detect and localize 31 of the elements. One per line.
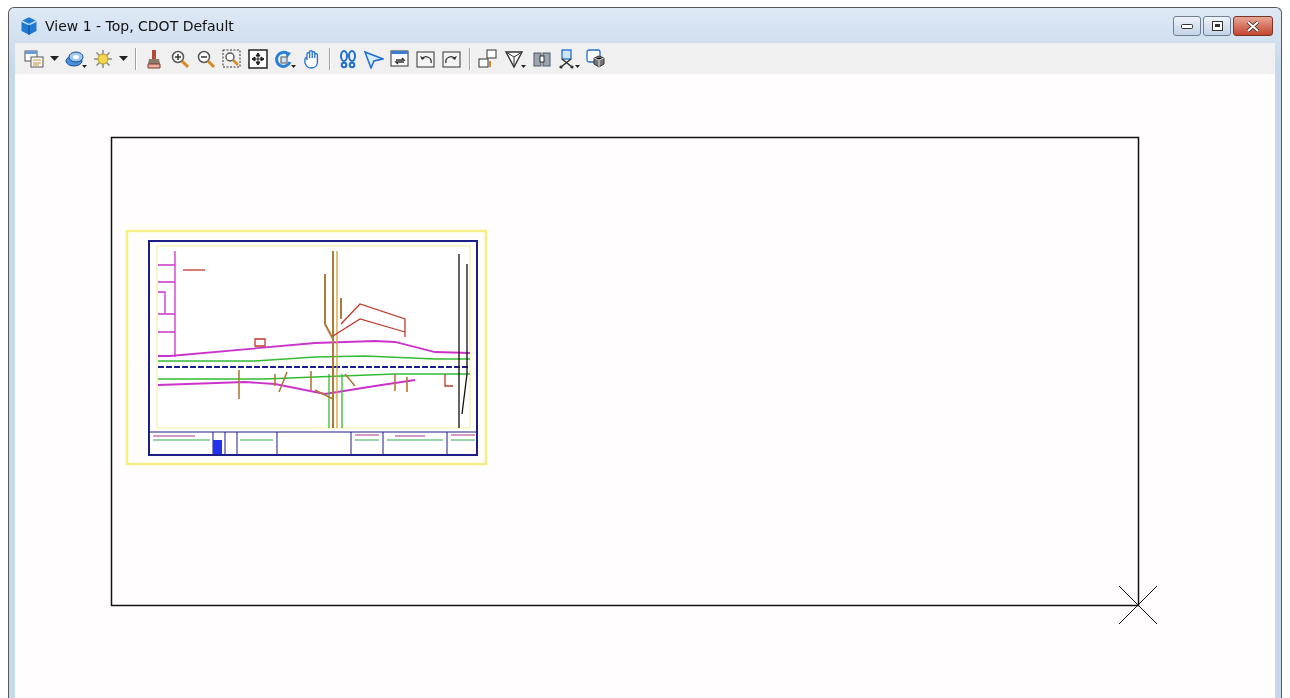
maximize-button[interactable] (1203, 16, 1231, 36)
clip-volume-icon[interactable] (504, 48, 524, 69)
caret-icon[interactable] (291, 64, 296, 69)
cube-window-icon[interactable] (586, 48, 606, 69)
zoom-in-icon[interactable] (170, 48, 190, 69)
fit-view-icon[interactable] (248, 48, 268, 69)
caret-icon[interactable] (521, 64, 526, 69)
redo-view-icon[interactable] (442, 48, 462, 69)
minimize-icon (1181, 23, 1193, 29)
window-title: View 1 - Top, CDOT Default (45, 17, 235, 34)
copy-view-icon[interactable] (478, 48, 498, 69)
cross-marker (1118, 585, 1158, 625)
window-area-icon[interactable] (222, 48, 242, 69)
brush-icon[interactable] (144, 48, 164, 69)
undo-view-icon[interactable] (416, 48, 436, 69)
zoom-out-icon[interactable] (196, 48, 216, 69)
dropdown-caret-icon[interactable] (119, 55, 128, 62)
rotate-icon[interactable] (274, 48, 294, 69)
dropdown-caret-icon[interactable] (50, 55, 59, 62)
layers-icon[interactable] (65, 48, 85, 69)
close-button[interactable] (1233, 16, 1273, 36)
maximize-icon (1211, 21, 1223, 31)
caret-icon[interactable] (575, 64, 580, 69)
cube-icon (19, 15, 39, 36)
view-attributes-icon[interactable] (24, 48, 44, 69)
paper-plane-icon[interactable] (364, 48, 384, 69)
footprints-icon[interactable] (338, 48, 358, 69)
view-swap-icon[interactable] (390, 48, 410, 69)
minimize-button[interactable] (1173, 16, 1201, 36)
caret-icon[interactable] (82, 64, 87, 69)
close-icon (1246, 20, 1260, 32)
